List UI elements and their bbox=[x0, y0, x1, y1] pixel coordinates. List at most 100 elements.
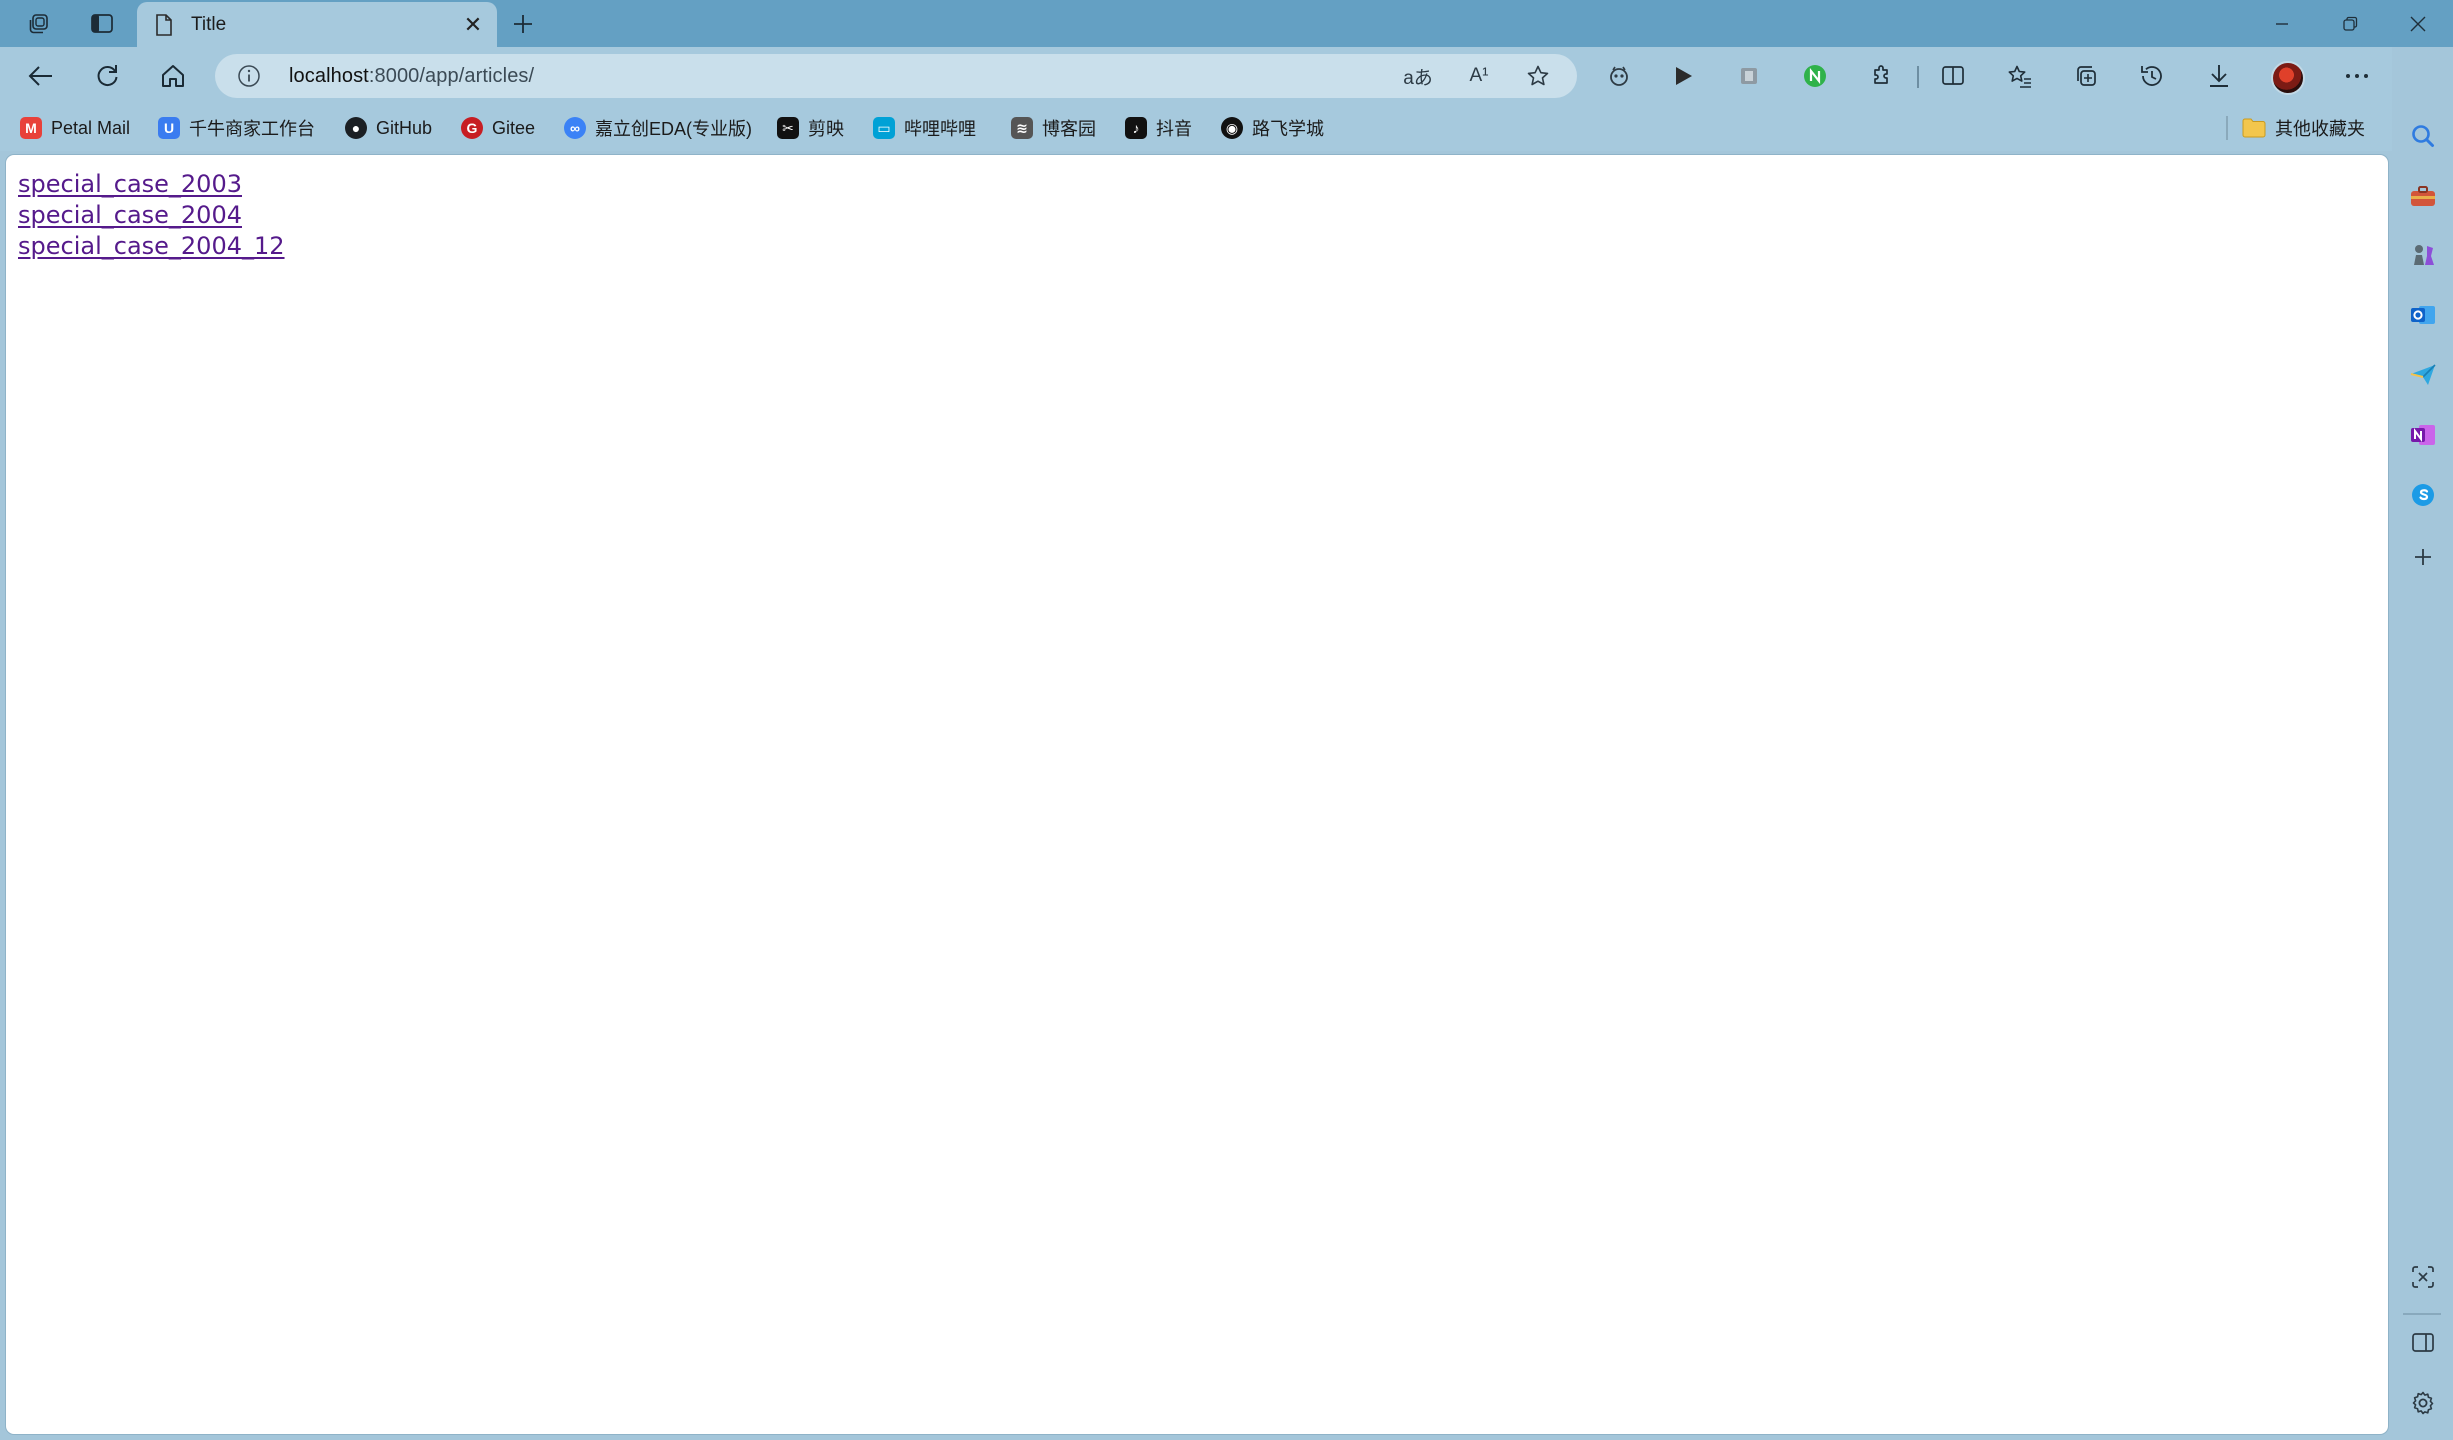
bookmark-item[interactable]: ◉ 路飞学城 bbox=[1221, 114, 1324, 142]
translate-icon: aあ bbox=[1403, 67, 1433, 89]
extension-play-button[interactable] bbox=[1661, 56, 1705, 96]
search-icon bbox=[2412, 125, 2434, 147]
outlook-icon bbox=[2411, 306, 2435, 324]
extension-reader-button[interactable] bbox=[1727, 56, 1771, 96]
star-icon bbox=[1527, 65, 1549, 86]
sidebar-settings-button[interactable] bbox=[2403, 1383, 2443, 1423]
favorites-button[interactable] bbox=[1998, 56, 2042, 96]
profile-avatar[interactable] bbox=[2271, 61, 2305, 95]
reader-extension-icon bbox=[1741, 68, 1757, 84]
sidebar-panel-icon bbox=[2412, 1333, 2434, 1352]
article-link-list: special_case_2003 special_case_2004 spec… bbox=[18, 169, 285, 262]
toolbox-icon bbox=[2411, 186, 2435, 206]
jlceda-icon: ∞ bbox=[564, 117, 586, 139]
sidebar-onenote-button[interactable] bbox=[2403, 415, 2443, 455]
sidebar-screenshot-button[interactable] bbox=[2403, 1257, 2443, 1297]
bookmark-item[interactable]: ♪ 抖音 bbox=[1125, 114, 1192, 142]
history-button[interactable] bbox=[2130, 56, 2174, 96]
close-icon bbox=[2410, 16, 2426, 31]
gear-icon bbox=[2412, 1391, 2434, 1415]
extensions-button[interactable] bbox=[1860, 56, 1904, 96]
split-screen-button[interactable] bbox=[1931, 56, 1975, 96]
bookmark-label: 剪映 bbox=[808, 119, 844, 139]
collections-button[interactable] bbox=[2064, 56, 2108, 96]
minimize-button[interactable] bbox=[2248, 0, 2316, 47]
mask-extension-icon bbox=[1610, 66, 1628, 86]
petal-mail-icon: M bbox=[20, 117, 42, 139]
refresh-button[interactable] bbox=[85, 56, 129, 96]
article-link[interactable]: special_case_2003 bbox=[18, 169, 285, 200]
puzzle-icon bbox=[1874, 65, 1888, 84]
page-icon bbox=[156, 14, 172, 36]
paper-plane-icon bbox=[2410, 364, 2436, 385]
close-window-button[interactable] bbox=[2384, 0, 2452, 47]
bookmark-label: 千牛商家工作台 bbox=[189, 119, 315, 139]
home-button[interactable] bbox=[151, 56, 195, 96]
bookmarks-separator bbox=[2226, 116, 2228, 140]
play-icon bbox=[1676, 67, 1692, 85]
screenshot-icon bbox=[2412, 1266, 2434, 1288]
article-link[interactable]: special_case_2004_12 bbox=[18, 231, 285, 262]
sidebar-hide-button[interactable] bbox=[2403, 1323, 2443, 1363]
site-info-icon[interactable] bbox=[237, 64, 261, 88]
favorite-star-button[interactable] bbox=[1521, 60, 1555, 92]
translate-button[interactable]: aあ bbox=[1401, 60, 1435, 92]
bookmark-item[interactable]: M Petal Mail bbox=[20, 114, 130, 142]
sidebar-skype-button[interactable] bbox=[2403, 475, 2443, 515]
url-path: :8000/app/articles/ bbox=[368, 65, 535, 87]
skype-icon bbox=[2412, 484, 2434, 506]
sidebar-games-button[interactable] bbox=[2403, 235, 2443, 275]
tab-title: Title bbox=[191, 14, 227, 35]
sidebar-send-button[interactable] bbox=[2403, 355, 2443, 395]
sidebar-search-button[interactable] bbox=[2403, 116, 2443, 156]
read-aloud-icon: A¹ bbox=[1469, 65, 1489, 86]
other-favorites-folder[interactable]: 其他收藏夹 bbox=[2242, 114, 2365, 142]
toolbar-separator bbox=[1917, 66, 1919, 88]
bookmark-item[interactable]: ▭ 哔哩哔哩 bbox=[873, 114, 976, 142]
downloads-button[interactable] bbox=[2197, 56, 2241, 96]
bookmark-label: 哔哩哔哩 bbox=[904, 119, 976, 139]
sidebar-add-button[interactable] bbox=[2403, 537, 2443, 577]
bookmark-item[interactable]: G Gitee bbox=[461, 114, 535, 142]
split-screen-icon bbox=[1942, 66, 1964, 85]
bookmark-item[interactable]: ✂ 剪映 bbox=[777, 114, 844, 142]
article-link[interactable]: special_case_2004 bbox=[18, 200, 285, 231]
minimize-icon bbox=[2276, 22, 2288, 25]
restore-icon bbox=[2343, 16, 2358, 31]
bookmark-label: 博客园 bbox=[1042, 119, 1096, 139]
extension-mask-button[interactable] bbox=[1597, 56, 1641, 96]
extension-n-button[interactable] bbox=[1793, 56, 1837, 96]
bookmark-item[interactable]: ≋ 博客园 bbox=[1011, 114, 1096, 142]
back-button[interactable] bbox=[19, 56, 63, 96]
bookmark-label: 路飞学城 bbox=[1252, 119, 1324, 139]
plus-icon bbox=[2415, 549, 2431, 565]
bookmark-item[interactable]: ∞ 嘉立创EDA(专业版) bbox=[564, 114, 752, 142]
other-favorites-label: 其他收藏夹 bbox=[2275, 119, 2365, 139]
sidebar-tools-button[interactable] bbox=[2403, 176, 2443, 216]
url-host: localhost bbox=[289, 65, 369, 87]
bookmark-item[interactable]: U 千牛商家工作台 bbox=[158, 114, 315, 142]
sidebar-separator bbox=[2403, 1313, 2441, 1315]
read-aloud-button[interactable]: A¹ bbox=[1462, 60, 1496, 92]
restore-button[interactable] bbox=[2316, 0, 2384, 47]
address-bar[interactable]: localhost:8000/app/articles/ aあ A¹ bbox=[215, 54, 1577, 98]
bookmark-item[interactable]: ● GitHub bbox=[345, 114, 432, 142]
plus-icon bbox=[514, 15, 532, 33]
github-icon: ● bbox=[345, 117, 367, 139]
url-text[interactable]: localhost:8000/app/articles/ bbox=[289, 65, 534, 88]
tab-strip: Title ✕ bbox=[0, 0, 2453, 47]
bookmarks-bar: M Petal Mail U 千牛商家工作台 ● GitHub G Gitee … bbox=[0, 105, 2453, 151]
gitee-icon: G bbox=[461, 117, 483, 139]
settings-more-button[interactable] bbox=[2335, 56, 2379, 96]
workspaces-icon[interactable] bbox=[17, 6, 61, 42]
bookmark-label: Petal Mail bbox=[51, 117, 131, 138]
sidebar-outlook-button[interactable] bbox=[2403, 295, 2443, 335]
vertical-tabs-icon[interactable] bbox=[80, 6, 124, 42]
n-extension-icon bbox=[1804, 65, 1826, 87]
active-tab[interactable]: Title ✕ bbox=[137, 2, 497, 47]
onenote-icon bbox=[2411, 425, 2435, 445]
tab-close-button[interactable]: ✕ bbox=[459, 11, 487, 39]
new-tab-button[interactable] bbox=[503, 6, 543, 42]
jianying-icon: ✂ bbox=[777, 117, 799, 139]
chess-piece-icon bbox=[2414, 245, 2434, 265]
